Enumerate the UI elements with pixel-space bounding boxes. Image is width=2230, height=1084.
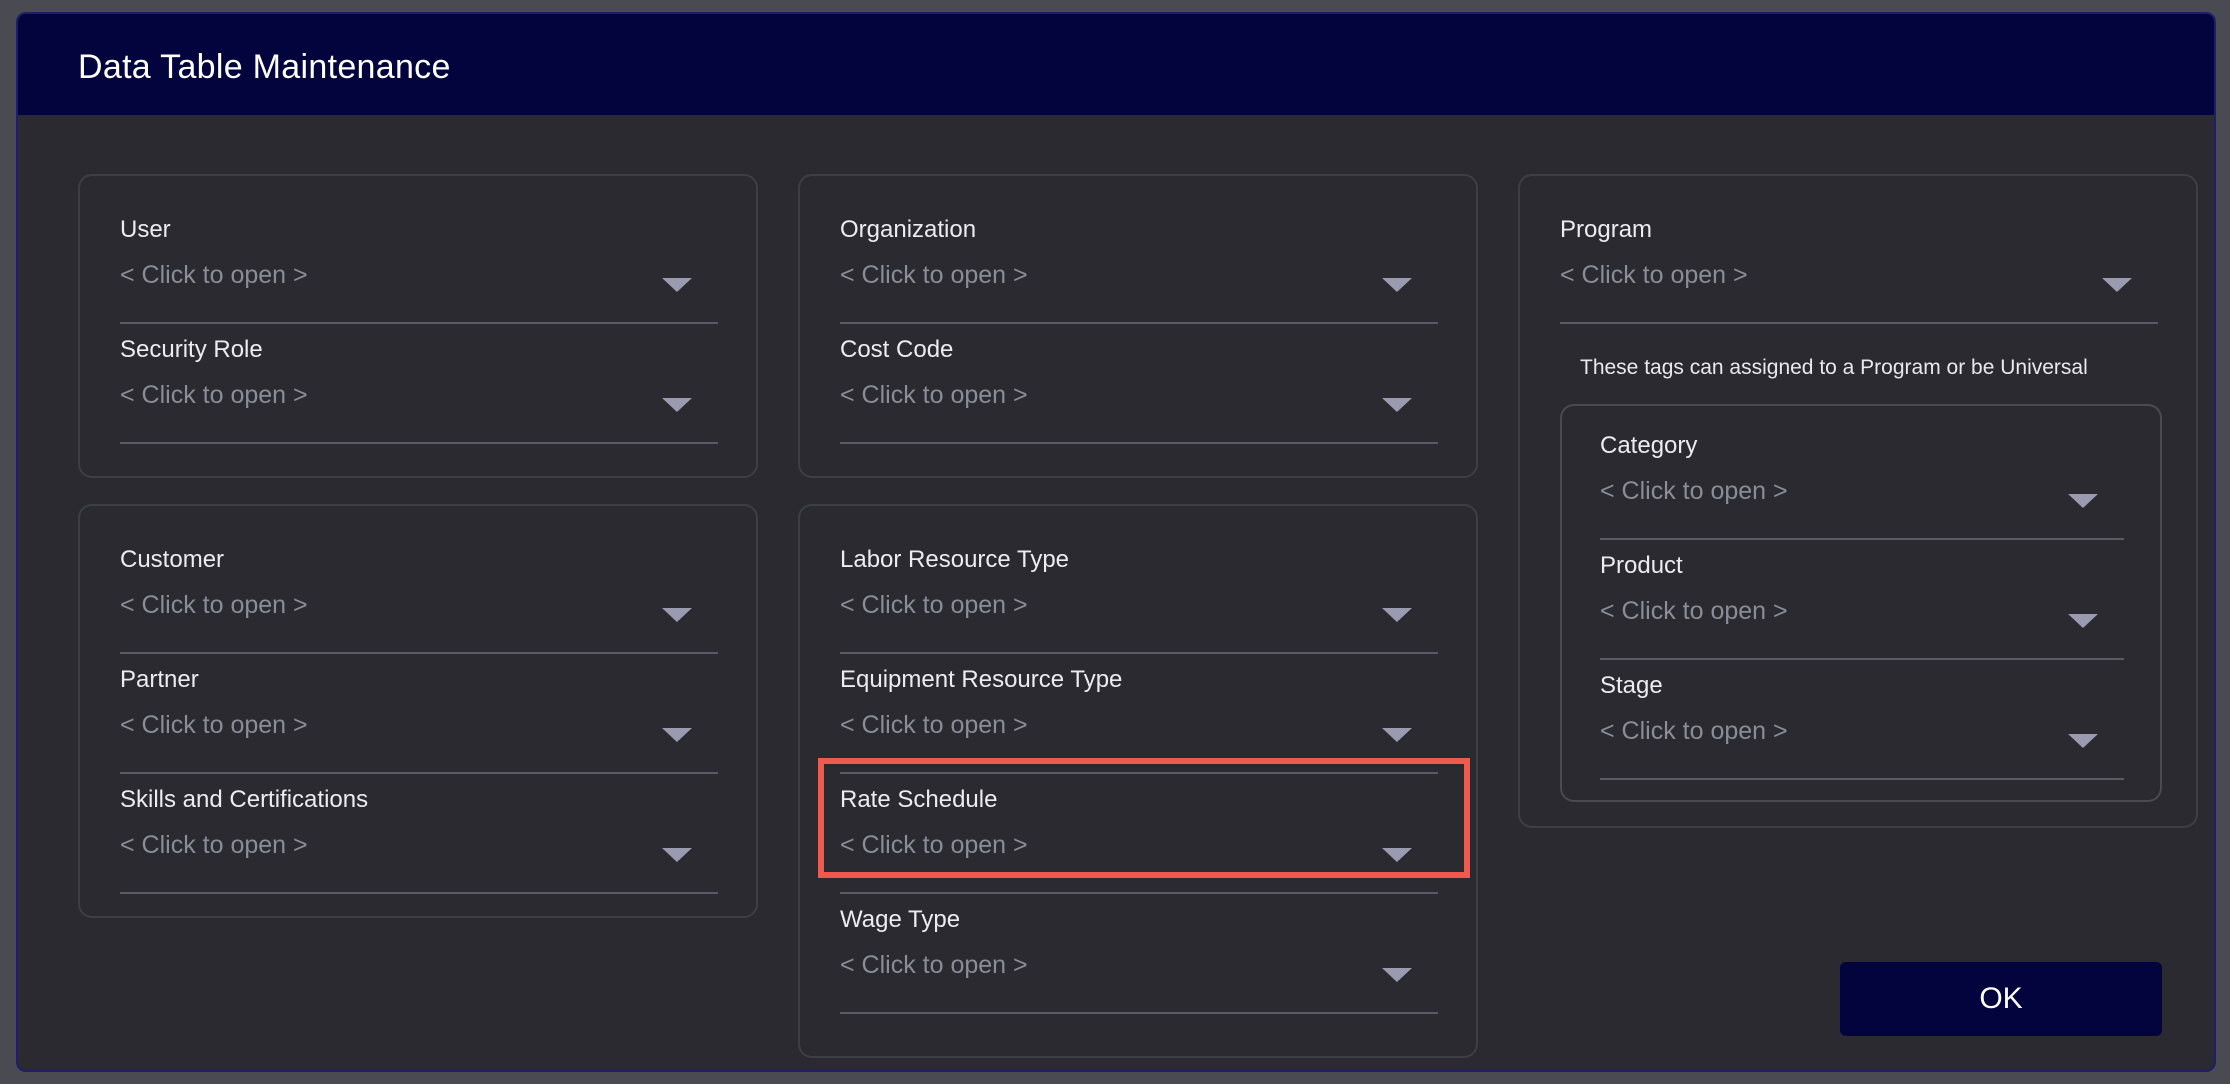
dropdown-program[interactable]: Program < Click to open > <box>1560 216 2158 336</box>
field-placeholder: < Click to open > <box>840 381 1028 409</box>
dropdown-customer[interactable]: Customer < Click to open > <box>120 546 718 666</box>
field-underline <box>840 652 1438 654</box>
field-label: Product <box>1600 552 1683 579</box>
dropdown-category[interactable]: Category < Click to open > <box>1600 432 2124 552</box>
field-placeholder: < Click to open > <box>120 711 308 739</box>
field-placeholder: < Click to open > <box>840 711 1028 739</box>
tags-group: Category < Click to open > Product < Cli… <box>1560 404 2162 802</box>
chevron-down-icon <box>1382 398 1412 412</box>
field-label: Skills and Certifications <box>120 786 369 813</box>
chevron-down-icon <box>662 398 692 412</box>
chevron-down-icon <box>662 728 692 742</box>
dropdown-security-role[interactable]: Security Role < Click to open > <box>120 336 718 456</box>
field-placeholder: < Click to open > <box>120 261 308 289</box>
field-underline <box>840 892 1438 894</box>
dropdown-partner[interactable]: Partner < Click to open > <box>120 666 718 786</box>
panel-user-security: User < Click to open > Security Role < C… <box>78 174 758 478</box>
field-underline <box>1560 322 2158 324</box>
dropdown-wage-type[interactable]: Wage Type < Click to open > <box>840 906 1438 1026</box>
field-label: Security Role <box>120 336 263 363</box>
field-placeholder: < Click to open > <box>1560 261 1748 289</box>
panel-customer-partner: Customer < Click to open > Partner < Cli… <box>78 504 758 918</box>
field-underline <box>1600 658 2124 660</box>
field-underline <box>1600 778 2124 780</box>
chevron-down-icon <box>662 278 692 292</box>
dropdown-user[interactable]: User < Click to open > <box>120 216 718 336</box>
field-label: Customer <box>120 546 225 573</box>
chevron-down-icon <box>2068 734 2098 748</box>
field-underline <box>1600 538 2124 540</box>
dialog-title: Data Table Maintenance <box>78 48 451 86</box>
chevron-down-icon <box>2068 614 2098 628</box>
dropdown-stage[interactable]: Stage < Click to open > <box>1600 672 2124 792</box>
field-label: User <box>120 216 171 243</box>
field-placeholder: < Click to open > <box>120 381 308 409</box>
field-underline <box>120 892 718 894</box>
tags-note: These tags can assigned to a Program or … <box>1580 356 2088 379</box>
chevron-down-icon <box>1382 608 1412 622</box>
field-label: Organization <box>840 216 977 243</box>
dropdown-organization[interactable]: Organization < Click to open > <box>840 216 1438 336</box>
field-label: Cost Code <box>840 336 954 363</box>
chevron-down-icon <box>1382 278 1412 292</box>
field-placeholder: < Click to open > <box>1600 717 1788 745</box>
rate-schedule-highlight <box>818 758 1470 878</box>
dialog-title-bar: Data Table Maintenance <box>18 14 2214 115</box>
dropdown-cost-code[interactable]: Cost Code < Click to open > <box>840 336 1438 456</box>
field-placeholder: < Click to open > <box>840 951 1028 979</box>
dropdown-product[interactable]: Product < Click to open > <box>1600 552 2124 672</box>
ok-button[interactable]: OK <box>1840 962 2162 1036</box>
field-underline <box>840 1012 1438 1014</box>
chevron-down-icon <box>2102 278 2132 292</box>
field-label: Category <box>1600 432 1698 459</box>
field-placeholder: < Click to open > <box>840 261 1028 289</box>
field-underline <box>840 442 1438 444</box>
field-underline <box>120 652 718 654</box>
data-table-maintenance-dialog: Data Table Maintenance User < Click to o… <box>16 12 2216 1072</box>
field-placeholder: < Click to open > <box>840 591 1028 619</box>
panel-program-tags: Program < Click to open > Category < Cli… <box>1518 174 2198 828</box>
field-label: Equipment Resource Type <box>840 666 1123 693</box>
field-placeholder: < Click to open > <box>120 591 308 619</box>
dropdown-skills-and-certifications[interactable]: Skills and Certifications < Click to ope… <box>120 786 718 906</box>
field-label: Wage Type <box>840 906 961 933</box>
field-label: Program <box>1560 216 1653 243</box>
field-label: Labor Resource Type <box>840 546 1070 573</box>
chevron-down-icon <box>1382 728 1412 742</box>
chevron-down-icon <box>1382 968 1412 982</box>
chevron-down-icon <box>662 608 692 622</box>
field-underline <box>120 442 718 444</box>
field-underline <box>120 322 718 324</box>
field-underline <box>120 772 718 774</box>
dropdown-labor-resource-type[interactable]: Labor Resource Type < Click to open > <box>840 546 1438 666</box>
chevron-down-icon <box>662 848 692 862</box>
field-placeholder: < Click to open > <box>1600 477 1788 505</box>
field-label: Stage <box>1600 672 1663 699</box>
field-placeholder: < Click to open > <box>120 831 308 859</box>
chevron-down-icon <box>2068 494 2098 508</box>
field-placeholder: < Click to open > <box>1600 597 1788 625</box>
panel-organization-cost-code: Organization < Click to open > Cost Code… <box>798 174 1478 478</box>
field-underline <box>840 322 1438 324</box>
field-label: Partner <box>120 666 199 693</box>
